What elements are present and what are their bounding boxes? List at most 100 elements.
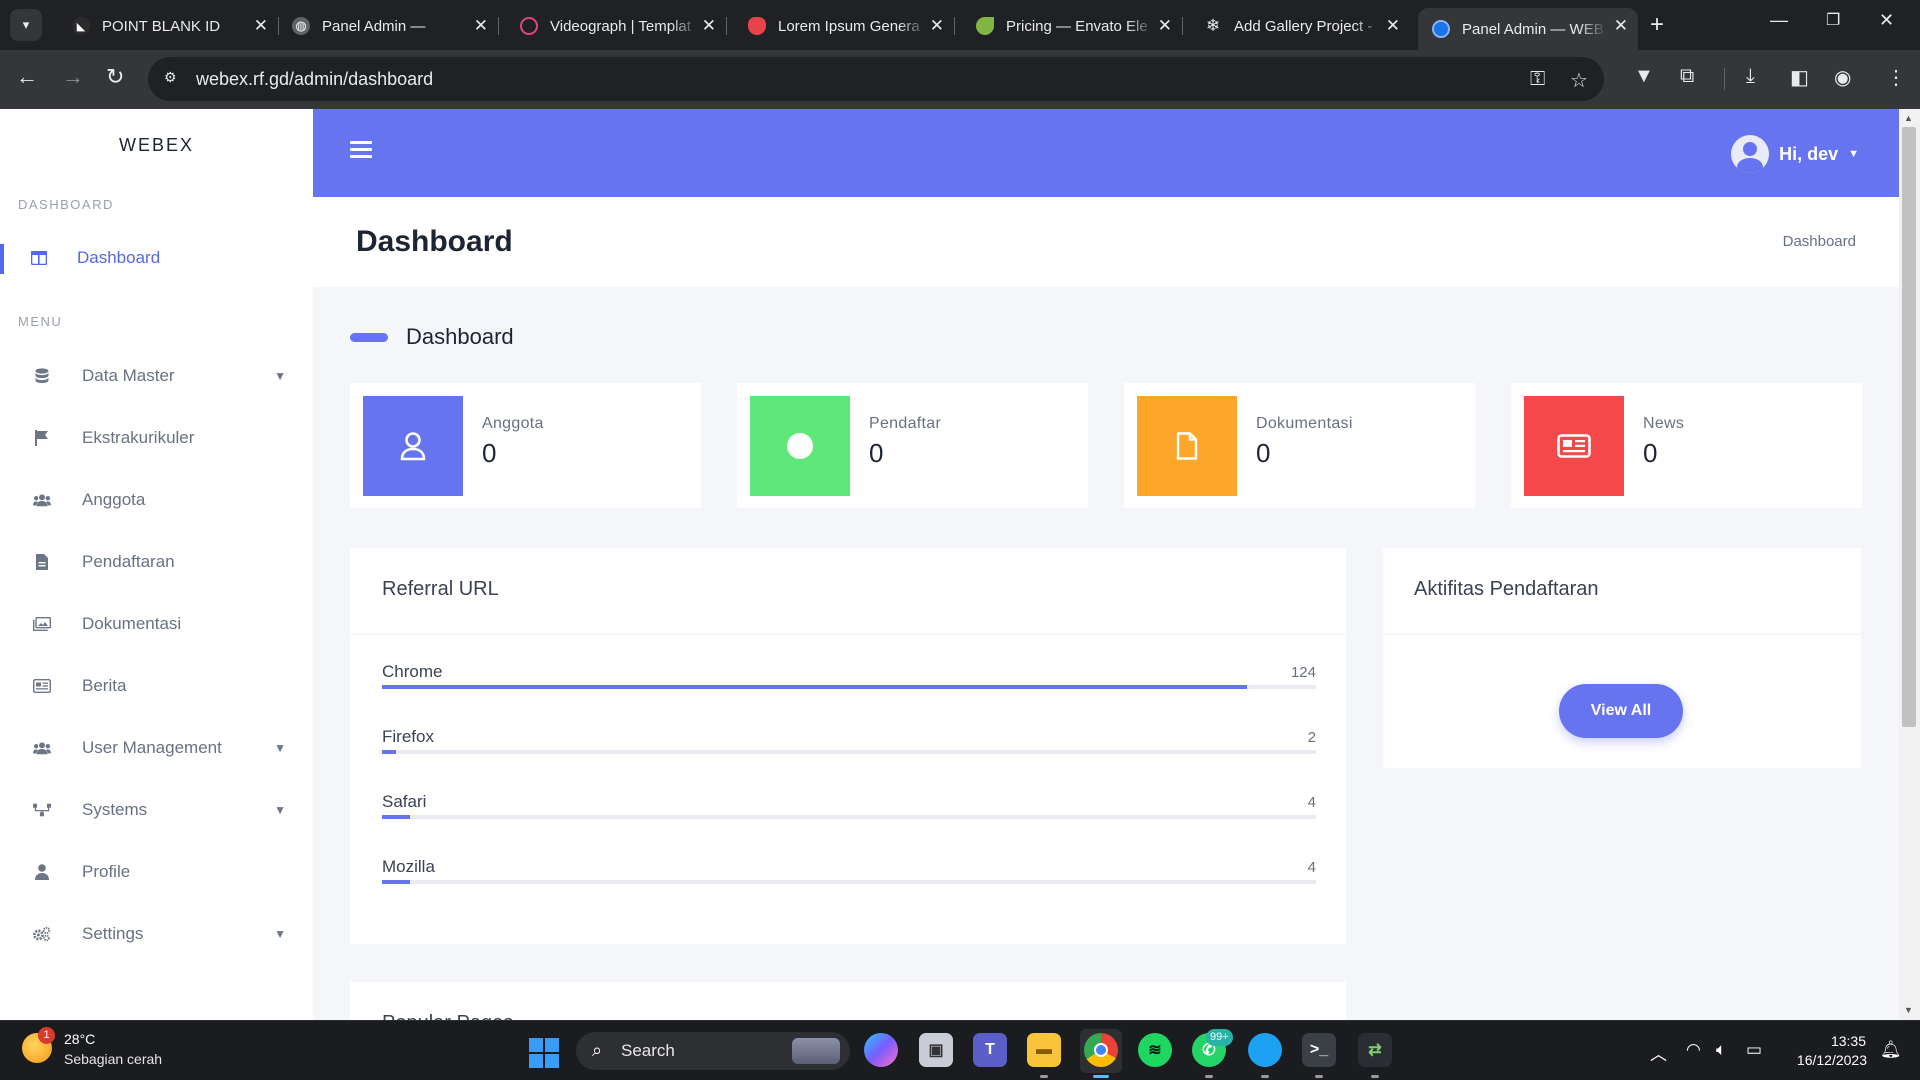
- sidebar-item-settings[interactable]: Settings ▼: [0, 910, 313, 958]
- new-tab-button[interactable]: +: [1650, 11, 1664, 39]
- flag-icon: [33, 429, 51, 447]
- sidebar-item-dashboard[interactable]: Dashboard: [0, 234, 313, 282]
- stat-label: Anggota: [482, 415, 544, 432]
- tab-pointblank[interactable]: ◣ POINT BLANK ID ✕: [58, 8, 279, 44]
- hamburger-menu-icon[interactable]: [350, 141, 372, 159]
- close-icon[interactable]: ✕: [1158, 16, 1172, 36]
- tab-lorem-ipsum[interactable]: Lorem Ipsum Genera ✕: [734, 8, 955, 44]
- sidebar: WEBEX DASHBOARD Dashboard MENU Data Mast…: [0, 109, 313, 1020]
- battery-icon[interactable]: ▭: [1746, 1040, 1762, 1060]
- progress-track: [382, 815, 1316, 819]
- images-icon: [33, 615, 51, 633]
- stat-card-news: News 0: [1511, 383, 1862, 508]
- tab-add-gallery[interactable]: ❄ Add Gallery Project - ✕: [1190, 8, 1410, 44]
- progress-fill: [382, 880, 411, 884]
- close-icon[interactable]: ✕: [474, 16, 488, 36]
- pointblank-icon: ◣: [72, 17, 90, 35]
- search-highlight-image: [792, 1038, 840, 1064]
- taskbar-search[interactable]: ⌕ Search: [576, 1032, 850, 1070]
- minimize-button[interactable]: —: [1770, 10, 1788, 31]
- tab-panel-admin-webex[interactable]: Panel Admin — WEB ✕: [1418, 8, 1638, 50]
- browser-menu-icon[interactable]: ⋮: [1886, 65, 1906, 90]
- progress-fill: [382, 815, 411, 819]
- view-all-button[interactable]: View All: [1559, 684, 1683, 738]
- activity-card: Aktifitas Pendaftaran View All: [1383, 548, 1861, 768]
- profile-avatar-icon[interactable]: ◉: [1834, 65, 1851, 90]
- volume-icon[interactable]: 🔈︎: [1716, 1040, 1726, 1060]
- file-icon: [33, 553, 51, 571]
- restore-button[interactable]: ❐: [1826, 10, 1840, 30]
- spotify-icon[interactable]: ≋: [1138, 1033, 1172, 1067]
- breadcrumb[interactable]: Dashboard: [1783, 233, 1856, 250]
- close-icon[interactable]: ✕: [254, 16, 268, 36]
- sidebar-item-user-management[interactable]: User Management ▼: [0, 724, 313, 772]
- chevron-down-icon: ▼: [274, 927, 286, 941]
- sidebar-item-systems[interactable]: Systems ▼: [0, 786, 313, 834]
- weather-description[interactable]: Sebagian cerah: [64, 1051, 162, 1067]
- sidebar-item-ekstrakurikuler[interactable]: Ekstrakurikuler: [0, 414, 313, 462]
- network-tool-icon[interactable]: ⇄: [1358, 1033, 1392, 1078]
- bookmark-star-icon[interactable]: ☆: [1570, 68, 1588, 93]
- user-greeting: Hi, dev: [1779, 143, 1839, 164]
- page-scrollbar[interactable]: ▲ ▼: [1899, 109, 1920, 1020]
- database-icon: [33, 367, 51, 385]
- progress-track: [382, 880, 1316, 884]
- sidebar-item-anggota[interactable]: Anggota: [0, 476, 313, 524]
- close-icon[interactable]: ✕: [930, 16, 944, 36]
- sidebar-item-berita[interactable]: Berita: [0, 662, 313, 710]
- notification-bell-icon[interactable]: 🔔︎: [1880, 1040, 1902, 1060]
- gallery-snowflake-icon: ❄: [1205, 16, 1221, 35]
- scrollbar-thumb[interactable]: [1902, 127, 1916, 727]
- progress-track: [382, 750, 1316, 754]
- reload-button[interactable]: ↻: [106, 64, 124, 90]
- stat-value: 0: [869, 438, 884, 468]
- clock-time[interactable]: 13:35: [1826, 1033, 1866, 1049]
- close-icon[interactable]: ✕: [1386, 16, 1400, 36]
- referral-name: Chrome: [382, 662, 443, 681]
- tab-search-button[interactable]: ▾: [10, 9, 42, 41]
- sidebar-heading-menu: MENU: [18, 314, 63, 329]
- tab-envato-pricing[interactable]: Pricing — Envato Ele ✕: [962, 8, 1183, 44]
- user-icon: [400, 432, 426, 461]
- address-bar[interactable]: ⚙ webex.rf.gd/admin/dashboard ⚿ ☆: [148, 57, 1604, 101]
- referral-name: Safari: [382, 792, 427, 811]
- sidebar-item-data-master[interactable]: Data Master ▼: [0, 352, 313, 400]
- tab-panel-admin[interactable]: ◍ Panel Admin — ✕: [278, 8, 499, 44]
- extensions-icon[interactable]: ⧉: [1680, 65, 1694, 88]
- tab-videograph[interactable]: Videograph | Templat ✕: [506, 8, 727, 44]
- terminal-icon[interactable]: >_: [1302, 1033, 1336, 1078]
- teams-icon[interactable]: T: [973, 1033, 1007, 1067]
- referral-count: 124: [1290, 664, 1316, 681]
- edge-icon[interactable]: [1248, 1033, 1282, 1078]
- back-button[interactable]: ←: [16, 64, 38, 90]
- clock-date[interactable]: 16/12/2023: [1785, 1052, 1867, 1068]
- chevron-up-icon[interactable]: ︿: [1650, 1040, 1667, 1065]
- referral-count: 4: [1307, 859, 1316, 876]
- sidebar-item-dokumentasi[interactable]: Dokumentasi: [0, 600, 313, 648]
- side-panel-icon[interactable]: ◧: [1790, 65, 1809, 90]
- password-key-icon[interactable]: ⚿: [1530, 68, 1545, 91]
- copilot-icon[interactable]: [864, 1033, 898, 1067]
- scroll-down-arrow-icon[interactable]: ▼: [1904, 1005, 1913, 1015]
- scroll-up-arrow-icon[interactable]: ▲: [1904, 113, 1913, 123]
- sidebar-item-profile[interactable]: Profile: [0, 848, 313, 896]
- newspaper-icon: [1557, 434, 1591, 458]
- wifi-icon[interactable]: ◠: [1686, 1040, 1701, 1060]
- forward-button[interactable]: →: [62, 64, 84, 90]
- download-icon[interactable]: ⤓: [1746, 65, 1755, 88]
- weather-temperature[interactable]: 28°C: [64, 1031, 95, 1047]
- close-icon[interactable]: ✕: [1614, 16, 1628, 36]
- task-view-icon[interactable]: ▣: [919, 1033, 953, 1067]
- vivaldi-extension-icon[interactable]: ▼: [1634, 65, 1654, 88]
- url-text[interactable]: webex.rf.gd/admin/dashboard: [196, 69, 433, 90]
- chrome-icon[interactable]: [1084, 1033, 1118, 1078]
- sidebar-item-pendaftaran[interactable]: Pendaftaran: [0, 538, 313, 586]
- active-indicator: [0, 244, 4, 274]
- file-explorer-icon[interactable]: ▬: [1027, 1033, 1061, 1078]
- site-info-icon[interactable]: ⚙: [164, 69, 184, 89]
- windows-start-icon[interactable]: [529, 1038, 559, 1068]
- user-menu-dropdown[interactable]: Hi, dev ▼: [1731, 135, 1859, 173]
- close-window-button[interactable]: ✕: [1879, 10, 1894, 31]
- close-icon[interactable]: ✕: [702, 16, 716, 36]
- brand-logo[interactable]: WEBEX: [0, 135, 313, 156]
